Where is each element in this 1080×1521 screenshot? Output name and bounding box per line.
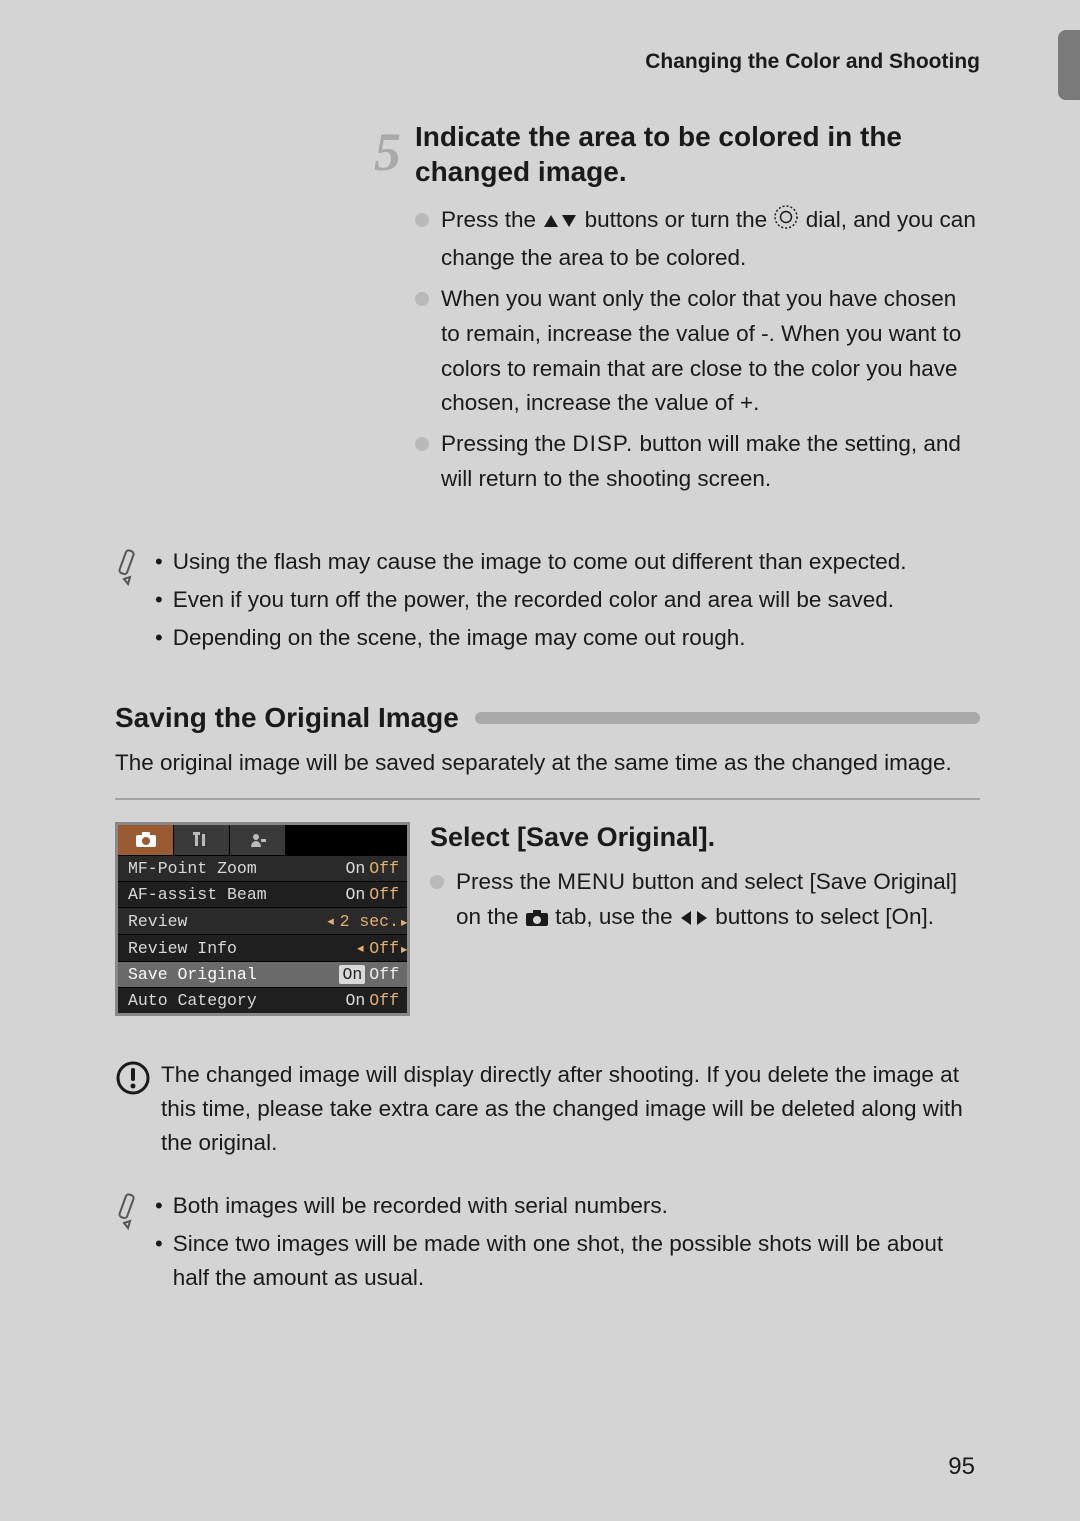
note-item: Since two images will be made with one s…: [155, 1227, 980, 1295]
menu-item-label: MF-Point Zoom: [128, 859, 345, 878]
section-heading-row: Saving the Original Image: [115, 702, 980, 734]
bullet-icon: [415, 213, 429, 227]
right-caret-icon: ▸: [399, 939, 409, 959]
caution-block: The changed image will display directly …: [115, 1058, 980, 1159]
menu-item-label: Auto Category: [128, 991, 345, 1010]
camera-tab-shooting-icon: [118, 825, 174, 855]
menu-item: Auto Category On Off: [118, 987, 407, 1013]
page-header-title: Changing the Color and Shooting: [115, 50, 980, 74]
note-item: Depending on the scene, the image may co…: [155, 621, 980, 655]
select-bullet: Press the MENU button and select [Save O…: [430, 865, 980, 938]
control-dial-icon: [773, 204, 799, 241]
menu-item-on: On: [345, 859, 365, 878]
menu-item: Review ◂ 2 sec. ▸: [118, 907, 407, 934]
menu-item: AF-assist Beam On Off: [118, 881, 407, 907]
menu-button-label: MENU: [557, 869, 625, 894]
text: buttons to select [On].: [715, 904, 934, 929]
bullet-text: When you want only the color that you ha…: [441, 282, 980, 422]
section-intro: The original image will be saved separat…: [115, 746, 980, 780]
select-save-original-block: Select [Save Original]. Press the MENU b…: [430, 822, 980, 944]
camera-tabs-spacer: [286, 825, 407, 855]
text: Depending on the scene, the image may co…: [173, 621, 746, 655]
text: tab, use the: [555, 904, 679, 929]
bullet-text: Pressing the DISP. button will make the …: [441, 427, 980, 497]
camera-tab-person-icon: [230, 825, 286, 855]
text: Both images will be recorded with serial…: [173, 1189, 668, 1223]
left-caret-icon: ◂: [326, 911, 336, 931]
menu-item-off: Off: [369, 991, 399, 1010]
text: Since two images will be made with one s…: [173, 1227, 980, 1295]
menu-item: MF-Point Zoom On Off: [118, 855, 407, 881]
bullet-icon: [430, 875, 444, 889]
note-block: Using the flash may cause the image to c…: [115, 545, 980, 658]
bullet-text: Press the buttons or turn the dial, and …: [441, 203, 980, 276]
text: buttons or turn the: [585, 207, 774, 232]
menu-item-off: Off: [369, 965, 399, 984]
step-bullet: Press the buttons or turn the dial, and …: [415, 203, 980, 276]
bullet-text: Press the MENU button and select [Save O…: [456, 865, 980, 938]
text: Using the flash may cause the image to c…: [173, 545, 907, 579]
caution-icon: [115, 1058, 161, 1101]
camera-menu-screenshot: MF-Point Zoom On Off AF-assist Beam On O…: [115, 822, 410, 1016]
menu-item-value: 2 sec.: [340, 912, 399, 931]
section-rule: [475, 712, 980, 724]
note-block: Both images will be recorded with serial…: [115, 1189, 980, 1298]
camera-tab-icon: [525, 903, 549, 938]
text: Even if you turn off the power, the reco…: [173, 583, 894, 617]
menu-item-on: On: [345, 885, 365, 904]
note-item: Both images will be recorded with serial…: [155, 1189, 980, 1223]
step-body: Indicate the area to be colored in the c…: [415, 119, 980, 503]
side-margin-tab: [1058, 30, 1080, 100]
up-down-triangles-icon: [542, 206, 578, 241]
menu-item: Review Info ◂ Off ▸: [118, 934, 407, 961]
manual-page: Changing the Color and Shooting 5 Indica…: [0, 0, 1080, 1521]
menu-item-selected: Save Original On Off: [118, 961, 407, 987]
bullet-icon: [415, 292, 429, 306]
step-5: 5 Indicate the area to be colored in the…: [115, 119, 980, 503]
menu-item-value: Off: [369, 939, 399, 958]
camera-tab-tools-icon: [174, 825, 230, 855]
menu-item-off: Off: [369, 885, 399, 904]
text: Press the: [441, 207, 542, 232]
section-title: Saving the Original Image: [115, 702, 459, 734]
note-list: Both images will be recorded with serial…: [155, 1189, 980, 1298]
menu-item-label: AF-assist Beam: [128, 885, 345, 904]
left-caret-icon: ◂: [355, 938, 365, 958]
menu-item-off: Off: [369, 859, 399, 878]
page-number: 95: [948, 1453, 975, 1481]
step-number: 5: [115, 119, 415, 503]
menu-item-on: On: [345, 991, 365, 1010]
bullet-icon: [415, 437, 429, 451]
pencil-note-icon: [115, 1189, 155, 1236]
step-title: Indicate the area to be colored in the c…: [415, 119, 980, 189]
note-list: Using the flash may cause the image to c…: [155, 545, 980, 658]
menu-item-label: Save Original: [128, 965, 339, 984]
menu-item-on-selected: On: [339, 965, 365, 984]
disp-button-label: DISP.: [572, 431, 633, 456]
text: Press the: [456, 869, 557, 894]
divider: [115, 798, 980, 800]
pencil-note-icon: [115, 545, 155, 592]
left-right-triangles-icon: [679, 903, 709, 938]
menu-item-label: Review: [128, 912, 326, 931]
camera-menu-tabs: [118, 825, 407, 855]
step-bullet: Pressing the DISP. button will make the …: [415, 427, 980, 497]
select-title: Select [Save Original].: [430, 822, 980, 853]
caution-text: The changed image will display directly …: [161, 1058, 980, 1159]
note-item: Using the flash may cause the image to c…: [155, 545, 980, 579]
menu-example-row: MF-Point Zoom On Off AF-assist Beam On O…: [115, 822, 980, 1016]
right-caret-icon: ▸: [399, 912, 409, 932]
text: Pressing the: [441, 431, 572, 456]
menu-item-label: Review Info: [128, 939, 355, 958]
step-bullet: When you want only the color that you ha…: [415, 282, 980, 422]
note-item: Even if you turn off the power, the reco…: [155, 583, 980, 617]
